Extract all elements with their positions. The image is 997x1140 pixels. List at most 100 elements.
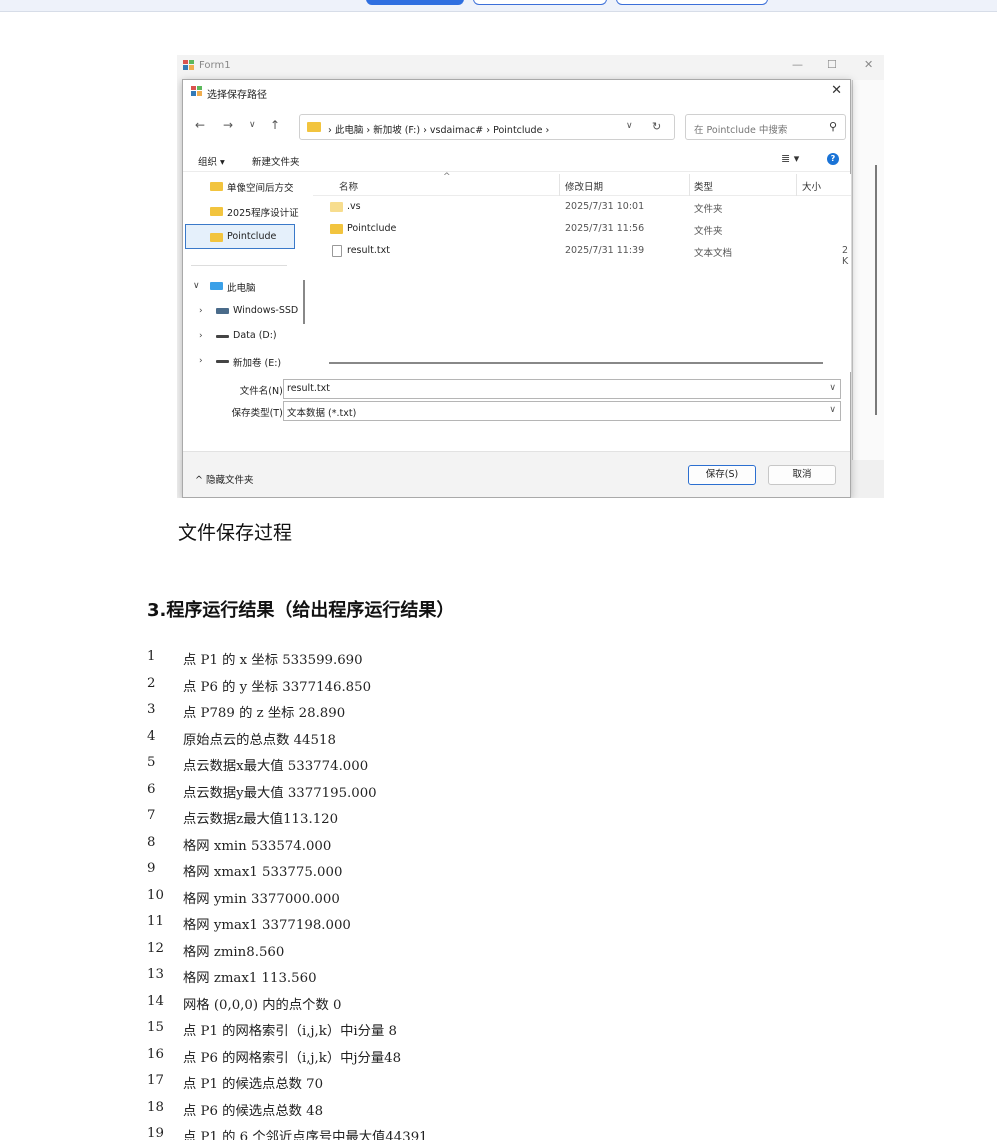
result-line: 4 原始点云的总点数 44518: [147, 725, 847, 752]
search-box[interactable]: 在 Pointclude 中搜索 ⚲: [685, 114, 846, 140]
nav-item-label: 2025程序设计证: [227, 208, 299, 219]
maximize-icon[interactable]: ☐: [827, 58, 837, 71]
file-name: .vs: [347, 201, 361, 212]
result-line: 13 格网 zmax1 113.560: [147, 963, 847, 990]
dialog-title: 选择保存路径: [207, 90, 267, 101]
dialog-titlebar: 选择保存路径 ✕: [183, 80, 850, 104]
result-line: 2 点 P6 的 y 坐标 3377146.850: [147, 672, 847, 699]
address-dropdown-icon[interactable]: ∨: [626, 121, 633, 131]
result-line: 19 点 P1 的 6 个邻近点序号中最大值44391: [147, 1122, 847, 1140]
file-list-hscrollbar[interactable]: [329, 362, 823, 364]
file-name: Pointclude: [347, 223, 397, 234]
filetype-row: 保存类型(T): 文本数据 (*.txt) ∨: [183, 401, 850, 421]
save-dialog-screenshot: Form1 — ☐ ✕ 选择保存路径 ✕ ← → ∨ ↑ › 此电脑 › 新加坡…: [177, 55, 884, 498]
folder-icon: [210, 233, 223, 242]
dialog-footer: ^ 隐藏文件夹 保存(S) 取消: [183, 451, 850, 497]
organize-button[interactable]: 组织 ▾: [198, 154, 225, 168]
command-bar: 组织 ▾ 新建文件夹 ≣ ▾ ?: [183, 146, 850, 172]
recent-chevron-icon[interactable]: ∨: [249, 120, 256, 130]
line-number: 12: [147, 940, 164, 956]
up-arrow-icon[interactable]: ↑: [270, 118, 280, 132]
file-type: 文件夹: [694, 204, 723, 215]
result-text: 点 P6 的 y 坐标 3377146.850: [183, 679, 372, 695]
result-line: 9 格网 xmax1 533775.000: [147, 857, 847, 884]
folder-icon: [330, 224, 343, 234]
search-icon[interactable]: ⚲: [829, 120, 837, 133]
chevron-right-icon[interactable]: ›: [199, 306, 203, 316]
top-primary-button[interactable]: [366, 0, 464, 5]
column-size[interactable]: 大小: [802, 179, 821, 193]
result-line: 17 点 P1 的候选点总数 70: [147, 1069, 847, 1096]
file-list-header: 名称 ^ 修改日期 类型 大小: [313, 172, 851, 196]
close-icon[interactable]: ✕: [864, 58, 873, 71]
filename-label: 文件名(N):: [239, 386, 286, 397]
nav-item-this-pc[interactable]: ∨ 此电脑: [183, 274, 307, 298]
result-text: 格网 zmin8.560: [183, 944, 285, 960]
dialog-app-icon: [191, 86, 202, 96]
help-icon[interactable]: ?: [827, 153, 839, 165]
results-list: 1 点 P1 的 x 坐标 533599.690 2 点 P6 的 y 坐标 3377…: [147, 645, 847, 1140]
result-text: 点 P1 的 x 坐标 533599.690: [183, 653, 363, 668]
cancel-button[interactable]: 取消: [768, 465, 836, 485]
filename-input[interactable]: result.txt ∨: [283, 379, 841, 399]
crumb-this-pc[interactable]: 此电脑: [335, 125, 364, 136]
filetype-select[interactable]: 文本数据 (*.txt) ∨: [283, 401, 841, 421]
save-file-dialog: 选择保存路径 ✕ ← → ∨ ↑ › 此电脑 › 新加坡 (F:) › vsda…: [182, 79, 851, 498]
chevron-down-icon[interactable]: ∨: [193, 281, 200, 291]
column-type[interactable]: 类型: [694, 179, 713, 193]
line-number: 19: [147, 1126, 164, 1140]
new-folder-button[interactable]: 新建文件夹: [252, 154, 300, 168]
nav-item-folder-1[interactable]: 单像空间后方交: [183, 174, 307, 198]
chevron-down-icon[interactable]: ∨: [829, 383, 836, 393]
nav-item-pointclude[interactable]: Pointclude: [185, 224, 295, 249]
view-options-icon[interactable]: ≣ ▾: [781, 152, 799, 165]
result-line: 15 点 P1 的网格索引（i,j,k）中i分量 8: [147, 1016, 847, 1043]
column-date[interactable]: 修改日期: [565, 179, 603, 193]
result-text: 格网 xmin 533574.000: [183, 838, 332, 854]
section-heading: 3.程序运行结果（给出程序运行结果）: [147, 600, 455, 621]
computer-icon: [210, 282, 223, 290]
top-button-3[interactable]: [616, 0, 768, 5]
nav-item-folder-2[interactable]: 2025程序设计证: [183, 199, 307, 223]
crumb-pointclude[interactable]: Pointclude: [493, 125, 542, 136]
column-name[interactable]: 名称: [339, 179, 358, 193]
file-type: 文件夹: [694, 226, 723, 237]
result-text: 点云数据x最大值 533774.000: [183, 759, 369, 774]
address-breadcrumbs[interactable]: › 此电脑 › 新加坡 (F:) › vsdaimac# › Pointclud…: [328, 122, 549, 136]
forward-arrow-icon[interactable]: →: [223, 118, 233, 132]
minimize-icon[interactable]: —: [792, 58, 803, 71]
file-row[interactable]: Pointclude 2025/7/31 11:56 文件夹: [313, 218, 851, 240]
file-row[interactable]: result.txt 2025/7/31 11:39 文本文档 2 K: [313, 240, 851, 267]
chevron-right-icon[interactable]: ›: [199, 331, 203, 341]
hide-folders-toggle[interactable]: ^ 隐藏文件夹: [195, 472, 253, 486]
nav-item-drive-e[interactable]: › 新加卷 (E:): [183, 349, 307, 373]
result-line: 10 格网 ymin 3377000.000: [147, 884, 847, 911]
result-line: 16 点 P6 的网格索引（i,j,k）中j分量48: [147, 1043, 847, 1070]
address-bar[interactable]: › 此电脑 › 新加坡 (F:) › vsdaimac# › Pointclud…: [299, 114, 675, 140]
top-button-2[interactable]: [473, 0, 607, 5]
nav-item-label: 此电脑: [227, 283, 256, 294]
result-line: 1 点 P1 的 x 坐标 533599.690: [147, 645, 847, 672]
nav-scrollbar[interactable]: [296, 174, 311, 372]
back-arrow-icon[interactable]: ←: [195, 118, 205, 132]
line-number: 4: [147, 728, 156, 744]
chevron-down-icon[interactable]: ∨: [829, 405, 836, 415]
filetype-label: 保存类型(T):: [231, 408, 286, 419]
result-text: 格网 ymax1 3377198.000: [183, 918, 351, 933]
save-button[interactable]: 保存(S): [688, 465, 756, 485]
nav-item-label: 单像空间后方交: [227, 183, 294, 194]
result-line: 8 格网 xmin 533574.000: [147, 831, 847, 858]
result-line: 18 点 P6 的候选点总数 48: [147, 1096, 847, 1123]
dialog-close-icon[interactable]: ✕: [831, 83, 842, 98]
chevron-right-icon[interactable]: ›: [199, 356, 203, 366]
folder-icon: [307, 122, 321, 132]
nav-item-data-d[interactable]: › Data (D:): [183, 324, 307, 348]
crumb-vsdaimac[interactable]: vsdaimac#: [430, 125, 483, 136]
top-toolbar-strip: [0, 0, 997, 12]
refresh-icon[interactable]: ↻: [652, 120, 661, 133]
nav-item-windows-ssd[interactable]: › Windows-SSD: [183, 299, 307, 323]
folder-icon: [210, 207, 223, 216]
file-row[interactable]: .vs 2025/7/31 10:01 文件夹: [313, 196, 851, 218]
result-text: 点 P6 的候选点总数 48: [183, 1103, 324, 1119]
crumb-drive[interactable]: 新加坡 (F:): [373, 125, 420, 136]
